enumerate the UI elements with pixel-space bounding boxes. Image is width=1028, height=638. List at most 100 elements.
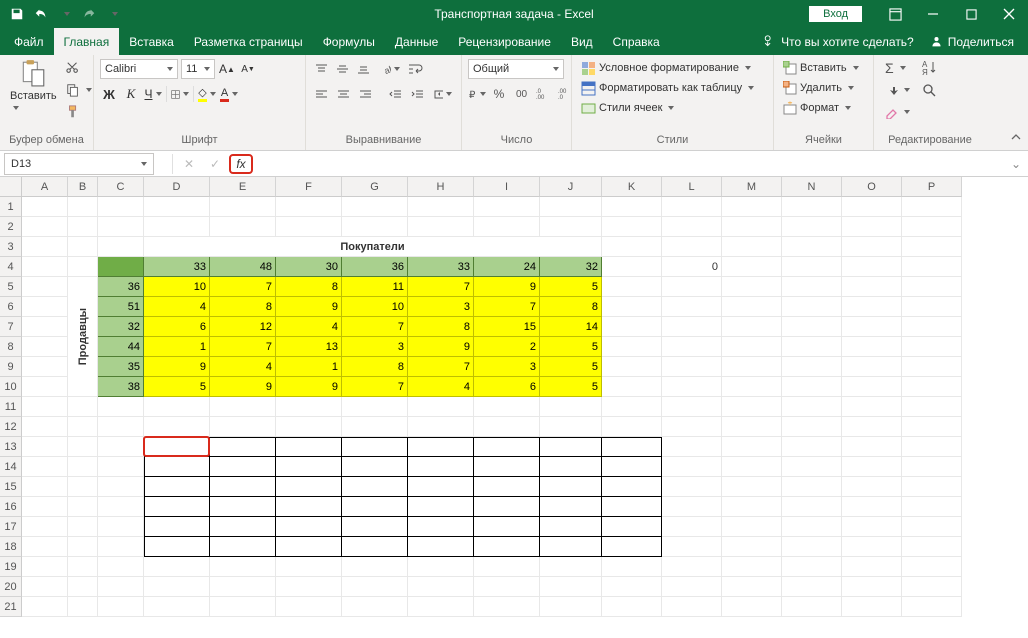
cell[interactable]: [276, 437, 342, 457]
cell[interactable]: [842, 597, 902, 617]
redo-icon[interactable]: [78, 3, 100, 25]
cell[interactable]: [276, 197, 342, 217]
insert-cells-button[interactable]: Вставить: [780, 58, 862, 78]
cell[interactable]: [68, 537, 98, 557]
cell[interactable]: [782, 337, 842, 357]
delete-cells-button[interactable]: Удалить: [780, 78, 857, 98]
column-header[interactable]: C: [98, 177, 144, 197]
cell[interactable]: [540, 577, 602, 597]
cell[interactable]: [210, 557, 276, 577]
cell[interactable]: [22, 497, 68, 517]
cell[interactable]: [98, 437, 144, 457]
cell[interactable]: [22, 337, 68, 357]
cell[interactable]: 14: [540, 317, 602, 337]
cell[interactable]: [342, 537, 408, 557]
cell[interactable]: [68, 557, 98, 577]
cell[interactable]: [98, 497, 144, 517]
cell[interactable]: [842, 237, 902, 257]
accounting-format-button[interactable]: ₽: [468, 85, 486, 103]
cell[interactable]: [902, 297, 962, 317]
autosum-button[interactable]: Σ: [882, 58, 913, 78]
cell[interactable]: [68, 217, 98, 237]
column-header[interactable]: J: [540, 177, 602, 197]
cell[interactable]: [662, 477, 722, 497]
cell[interactable]: [276, 537, 342, 557]
cell[interactable]: [68, 417, 98, 437]
cell[interactable]: [902, 577, 962, 597]
cell[interactable]: 7: [408, 277, 474, 297]
cell[interactable]: [22, 257, 68, 277]
cell[interactable]: [210, 577, 276, 597]
cell[interactable]: 13: [276, 337, 342, 357]
row-header[interactable]: 18: [0, 537, 22, 557]
cell[interactable]: [842, 277, 902, 297]
cell[interactable]: [662, 237, 722, 257]
decrease-font-icon[interactable]: A▼: [239, 60, 257, 78]
cell[interactable]: [842, 437, 902, 457]
cell[interactable]: [22, 277, 68, 297]
save-icon[interactable]: [6, 3, 28, 25]
cell[interactable]: [68, 517, 98, 537]
merge-button[interactable]: [434, 85, 452, 103]
tab-home[interactable]: Главная: [54, 28, 120, 55]
qat-customize[interactable]: [102, 3, 124, 25]
cell[interactable]: 1: [276, 357, 342, 377]
cell[interactable]: [408, 477, 474, 497]
cell[interactable]: [22, 577, 68, 597]
cell[interactable]: [782, 577, 842, 597]
cell[interactable]: [722, 437, 782, 457]
underline-button[interactable]: Ч: [144, 85, 162, 103]
cell[interactable]: [144, 597, 210, 617]
cell[interactable]: [22, 557, 68, 577]
cell[interactable]: 30: [276, 257, 342, 277]
cell[interactable]: [782, 557, 842, 577]
cell[interactable]: [842, 337, 902, 357]
column-header[interactable]: A: [22, 177, 68, 197]
row-header[interactable]: 9: [0, 357, 22, 377]
cell[interactable]: [68, 237, 98, 257]
cell[interactable]: [662, 357, 722, 377]
cell[interactable]: [662, 417, 722, 437]
cell[interactable]: [662, 277, 722, 297]
cell[interactable]: 32: [98, 317, 144, 337]
cell[interactable]: [474, 517, 540, 537]
cell[interactable]: [602, 397, 662, 417]
cell[interactable]: [68, 197, 98, 217]
cell[interactable]: [842, 557, 902, 577]
cell[interactable]: [408, 517, 474, 537]
cell[interactable]: [98, 197, 144, 217]
cell[interactable]: [22, 297, 68, 317]
decrease-indent-icon[interactable]: [386, 85, 404, 103]
row-header[interactable]: 14: [0, 457, 22, 477]
cell[interactable]: [210, 497, 276, 517]
cell[interactable]: [662, 557, 722, 577]
cell[interactable]: [210, 417, 276, 437]
cell[interactable]: [408, 437, 474, 457]
cell[interactable]: [722, 477, 782, 497]
cell[interactable]: [276, 557, 342, 577]
tab-data[interactable]: Данные: [385, 28, 448, 55]
conditional-formatting-button[interactable]: Условное форматирование: [578, 58, 754, 78]
cut-button[interactable]: [63, 58, 95, 78]
row-header[interactable]: 8: [0, 337, 22, 357]
cell[interactable]: [540, 197, 602, 217]
cell[interactable]: [902, 237, 962, 257]
cell[interactable]: [602, 597, 662, 617]
cell[interactable]: [602, 497, 662, 517]
cell[interactable]: [68, 457, 98, 477]
minimize-button[interactable]: [914, 0, 952, 28]
cell[interactable]: 0: [662, 257, 722, 277]
cell[interactable]: [842, 537, 902, 557]
cell[interactable]: [602, 477, 662, 497]
cell[interactable]: [602, 517, 662, 537]
cell[interactable]: 10: [342, 297, 408, 317]
cell[interactable]: [210, 517, 276, 537]
percent-button[interactable]: %: [490, 85, 508, 103]
cell[interactable]: [144, 497, 210, 517]
row-header[interactable]: 20: [0, 577, 22, 597]
fill-color-button[interactable]: ◇: [198, 85, 216, 103]
cell[interactable]: [842, 457, 902, 477]
cell[interactable]: [474, 397, 540, 417]
cell[interactable]: 4: [276, 317, 342, 337]
cell[interactable]: [902, 557, 962, 577]
